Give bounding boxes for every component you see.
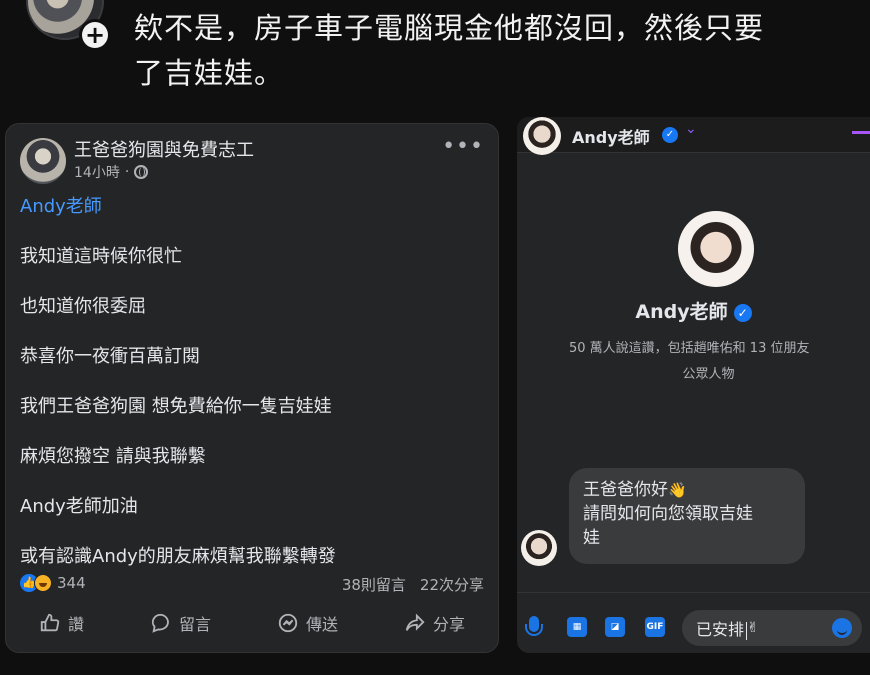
message-input[interactable]: 已安排 ✌: [682, 610, 862, 646]
globe-icon: [134, 165, 149, 179]
comment-icon: [151, 613, 169, 633]
reaction-summary[interactable]: 👍 344: [20, 574, 86, 592]
messenger-icon: [278, 613, 298, 633]
post-stats: 38則留言 22次分享: [342, 574, 484, 595]
caption-line-1: 欸不是，房子車子電腦現金他都沒回，然後只要: [134, 11, 765, 45]
mic-icon[interactable]: [525, 616, 543, 636]
more-options-icon[interactable]: •••: [442, 134, 484, 159]
haha-reaction-icon: [34, 574, 52, 592]
post-line: 也知道你很委屈: [20, 296, 146, 317]
profile-likes-text: 50 萬人說這讚，包括趙唯佑和 13 位朋友: [569, 341, 810, 356]
sticker-icon[interactable]: ◪: [605, 617, 625, 637]
waving-hand-icon: 👋: [668, 481, 687, 499]
victory-hand-icon: ✌: [747, 620, 759, 636]
message-composer: ▦ ◪ GIF 已安排 ✌: [517, 592, 870, 653]
header-accent-bar: [852, 131, 870, 134]
post-line: 或有認識Andy的朋友麻煩幫我聯繫轉發: [20, 546, 336, 567]
profile-avatar[interactable]: [678, 211, 754, 287]
messenger-chat-panel: Andy老師 ✓ ⌄ Andy老師 ✓ 50 萬人說這讚，包括趙唯佑和 13 位朋…: [517, 117, 870, 653]
facebook-post-card: 王爸爸狗園與免費志工 14小時 · ••• Andy老師 我知道這時候你很忙 也…: [5, 123, 499, 653]
chevron-down-icon[interactable]: ⌄: [685, 121, 697, 137]
mention-link[interactable]: Andy老師: [20, 192, 102, 218]
verified-badge-icon: ✓: [733, 303, 752, 322]
page-avatar[interactable]: [20, 138, 66, 184]
page-name[interactable]: 王爸爸狗園與免費志工: [74, 136, 254, 162]
profile-category: 公眾人物: [682, 367, 735, 382]
header-avatar[interactable]: [523, 117, 561, 155]
like-button[interactable]: 讚: [39, 611, 84, 635]
message-line: 請問如何向您領取吉娃: [583, 504, 753, 524]
share-icon: [405, 613, 425, 631]
comment-count[interactable]: 38則留言: [342, 574, 406, 595]
post-line: 我知道這時候你很忙: [20, 246, 182, 267]
post-line: 恭喜你一夜衝百萬訂閱: [20, 346, 200, 367]
share-label: 分享: [432, 615, 465, 634]
message-line: 娃: [583, 528, 600, 548]
post-line: 我們王爸爸狗園 想免費給你一隻吉娃娃: [20, 396, 332, 417]
send-label: 傳送: [305, 615, 338, 634]
meta-dot: ·: [124, 164, 130, 180]
post-action-bar: 讚 留言 傳送 分享: [6, 611, 498, 635]
profile-name: Andy老師: [635, 301, 728, 323]
comment-button[interactable]: 留言: [150, 611, 211, 635]
caption-line-2: 了吉娃娃。: [134, 56, 285, 90]
share-button[interactable]: 分享: [404, 611, 465, 635]
sender-avatar: [521, 530, 557, 566]
comment-label: 留言: [178, 615, 211, 634]
message-line: 王爸爸你好: [583, 480, 668, 500]
verified-badge-icon: ✓: [662, 127, 678, 143]
caption-text: 欸不是，房子車子電腦現金他都沒回，然後只要 了吉娃娃。: [134, 6, 854, 96]
chat-header: Andy老師 ✓ ⌄: [517, 117, 870, 155]
message-input-value: 已安排: [696, 616, 747, 640]
like-label: 讚: [67, 615, 84, 634]
post-line: 麻煩您撥空 請與我聯繫: [20, 446, 206, 467]
thumbs-up-icon: [40, 613, 60, 632]
post-time[interactable]: 14小時: [74, 162, 120, 182]
profile-name-row: Andy老師 ✓: [517, 297, 870, 324]
post-meta: 14小時 ·: [74, 162, 149, 182]
emoji-icon[interactable]: [832, 618, 852, 638]
reaction-count: 344: [57, 574, 86, 592]
send-button[interactable]: 傳送: [277, 611, 338, 635]
header-name[interactable]: Andy老師: [572, 124, 650, 148]
post-line: Andy老師加油: [20, 496, 138, 517]
share-count[interactable]: 22次分享: [420, 574, 484, 595]
add-icon[interactable]: +: [79, 19, 111, 51]
message-bubble[interactable]: 王爸爸你好👋 請問如何向您領取吉娃 娃: [569, 468, 805, 564]
photo-icon[interactable]: ▦: [567, 617, 587, 637]
gif-icon[interactable]: GIF: [645, 617, 665, 637]
